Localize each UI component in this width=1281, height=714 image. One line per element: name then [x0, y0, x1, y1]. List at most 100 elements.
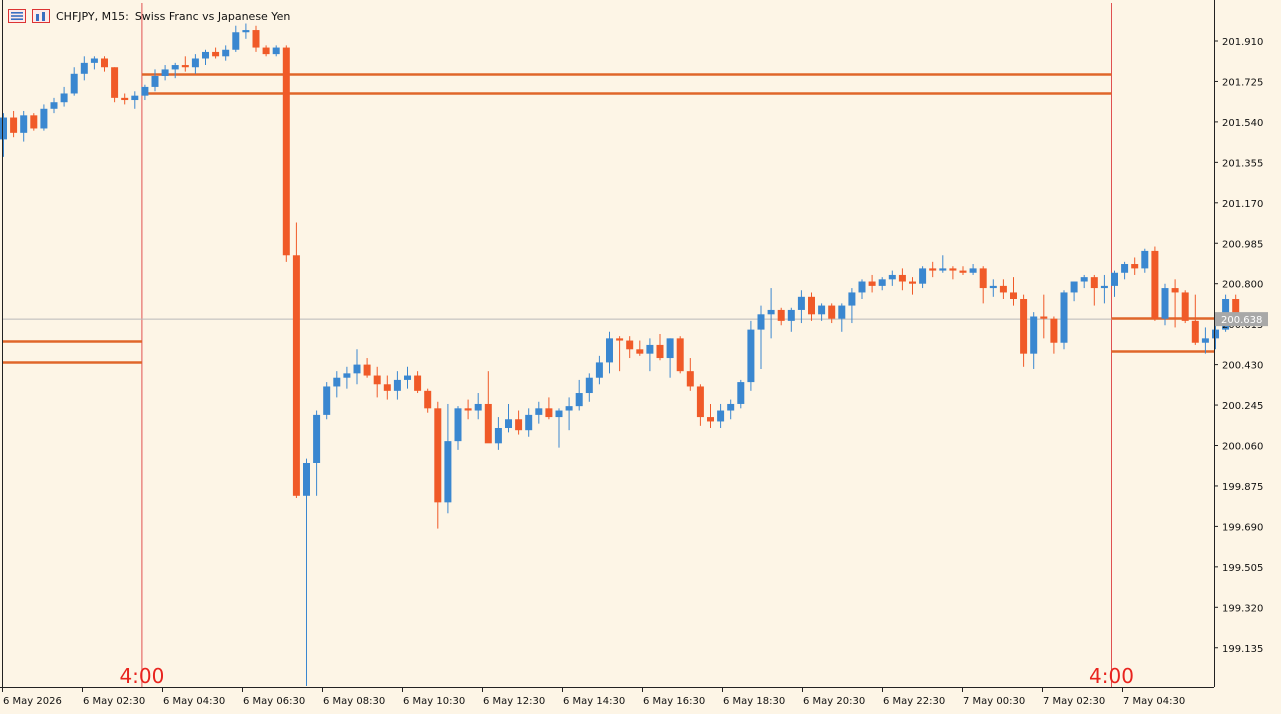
candle-body [969, 268, 977, 273]
candle-body [444, 441, 452, 503]
candle-body [1050, 318, 1058, 343]
time-tick-label: 6 May 20:30 [803, 696, 865, 707]
candle-body [464, 408, 472, 411]
candle [282, 45, 290, 262]
candle-body [292, 255, 300, 496]
candle-body [636, 349, 644, 354]
menu-list-icon[interactable] [8, 9, 26, 23]
candle-body [555, 410, 563, 418]
candle-body [141, 86, 149, 96]
session-marker-label: 4:00 [119, 664, 164, 688]
candle-body [666, 338, 674, 359]
candle-body [1090, 277, 1098, 289]
time-tick-label: 6 May 14:30 [563, 696, 625, 707]
price-chart[interactable]: 4:00 4:00 201.910 201.725 201.540 201.355 201… [0, 0, 1281, 714]
candle-body [303, 462, 310, 496]
candle-body [181, 65, 189, 68]
candle-body [868, 281, 876, 286]
chart-background [0, 0, 1281, 714]
candle-body [505, 419, 512, 429]
candle-body [959, 270, 967, 273]
time-tick-label: 6 May 06:30 [243, 696, 305, 707]
candle-body [818, 305, 826, 315]
price-tick-label: 201.355 [1222, 158, 1263, 169]
candle-body [101, 58, 108, 68]
candle-body [383, 384, 391, 391]
candle-body [747, 329, 755, 383]
candle-body [595, 362, 603, 378]
time-tick-label: 7 May 02:30 [1043, 696, 1105, 707]
candle-body [1191, 320, 1199, 343]
price-tick-label: 199.135 [1222, 644, 1263, 655]
candle-body [525, 414, 533, 431]
candle-body [434, 408, 442, 503]
candle-body [404, 375, 411, 380]
candle-body [1010, 292, 1017, 300]
candle-body [363, 364, 371, 376]
candle [30, 113, 38, 131]
candle-body [80, 62, 88, 74]
candle-body [121, 97, 129, 101]
candle-body [888, 274, 896, 280]
price-tick-label: 201.170 [1222, 199, 1263, 210]
candle-body [1131, 264, 1139, 269]
candle-body [717, 410, 725, 422]
candle-body [626, 340, 634, 350]
candle-body [212, 51, 220, 57]
candle-body [70, 73, 78, 94]
candle-body [767, 309, 775, 315]
candle-body [848, 292, 856, 306]
candle-body [676, 338, 684, 372]
session-marker-label: 4:00 [1089, 664, 1134, 688]
candle-body [686, 371, 694, 387]
candle-body [60, 93, 68, 103]
candle-body [474, 403, 482, 411]
candle-body [131, 95, 139, 101]
candle-body [898, 274, 906, 282]
candle-body [313, 414, 321, 463]
candle-body [585, 377, 593, 394]
candle-body [1161, 288, 1169, 319]
candle-body [515, 419, 523, 431]
candle-body [757, 314, 765, 330]
candle-body [949, 268, 957, 271]
candle-body [1070, 281, 1078, 293]
candle-body [191, 58, 199, 68]
candle-body [909, 281, 916, 284]
candle-body [999, 285, 1007, 293]
candle [1151, 246, 1159, 321]
candle-body [272, 47, 280, 55]
candle-body [616, 338, 624, 341]
candle-body [222, 49, 230, 57]
time-tick-label: 6 May 16:30 [643, 696, 705, 707]
time-tick-label: 6 May 08:30 [323, 696, 385, 707]
time-tick-label: 6 May 12:30 [483, 696, 545, 707]
candle [111, 67, 119, 103]
candle-body [878, 279, 886, 286]
price-tick-label: 200.800 [1222, 280, 1263, 291]
candle-body [424, 390, 432, 409]
chart-bars-icon[interactable] [32, 9, 50, 23]
time-tick-label: 6 May 04:30 [163, 696, 225, 707]
price-tick-label: 199.875 [1222, 482, 1263, 493]
candle-body [1181, 292, 1189, 321]
candle-body [797, 296, 805, 310]
candle-body [737, 382, 745, 404]
candle-body [1100, 285, 1108, 289]
candle-body [1060, 292, 1068, 343]
candle-body [282, 47, 290, 256]
candle-body [707, 417, 714, 422]
candle-body [828, 305, 836, 319]
candle-body [353, 364, 361, 374]
candle-body [575, 393, 583, 407]
candle-body [1212, 329, 1219, 339]
candle-body [161, 69, 169, 76]
candle-body [232, 32, 240, 50]
candle-body [151, 75, 159, 87]
candle-body [858, 281, 866, 293]
symbol-description: Swiss Franc vs Japanese Yen [134, 9, 291, 23]
candle-body [979, 268, 987, 289]
candle-body [808, 296, 815, 315]
candle-body [111, 67, 119, 98]
candle-body [696, 386, 704, 418]
